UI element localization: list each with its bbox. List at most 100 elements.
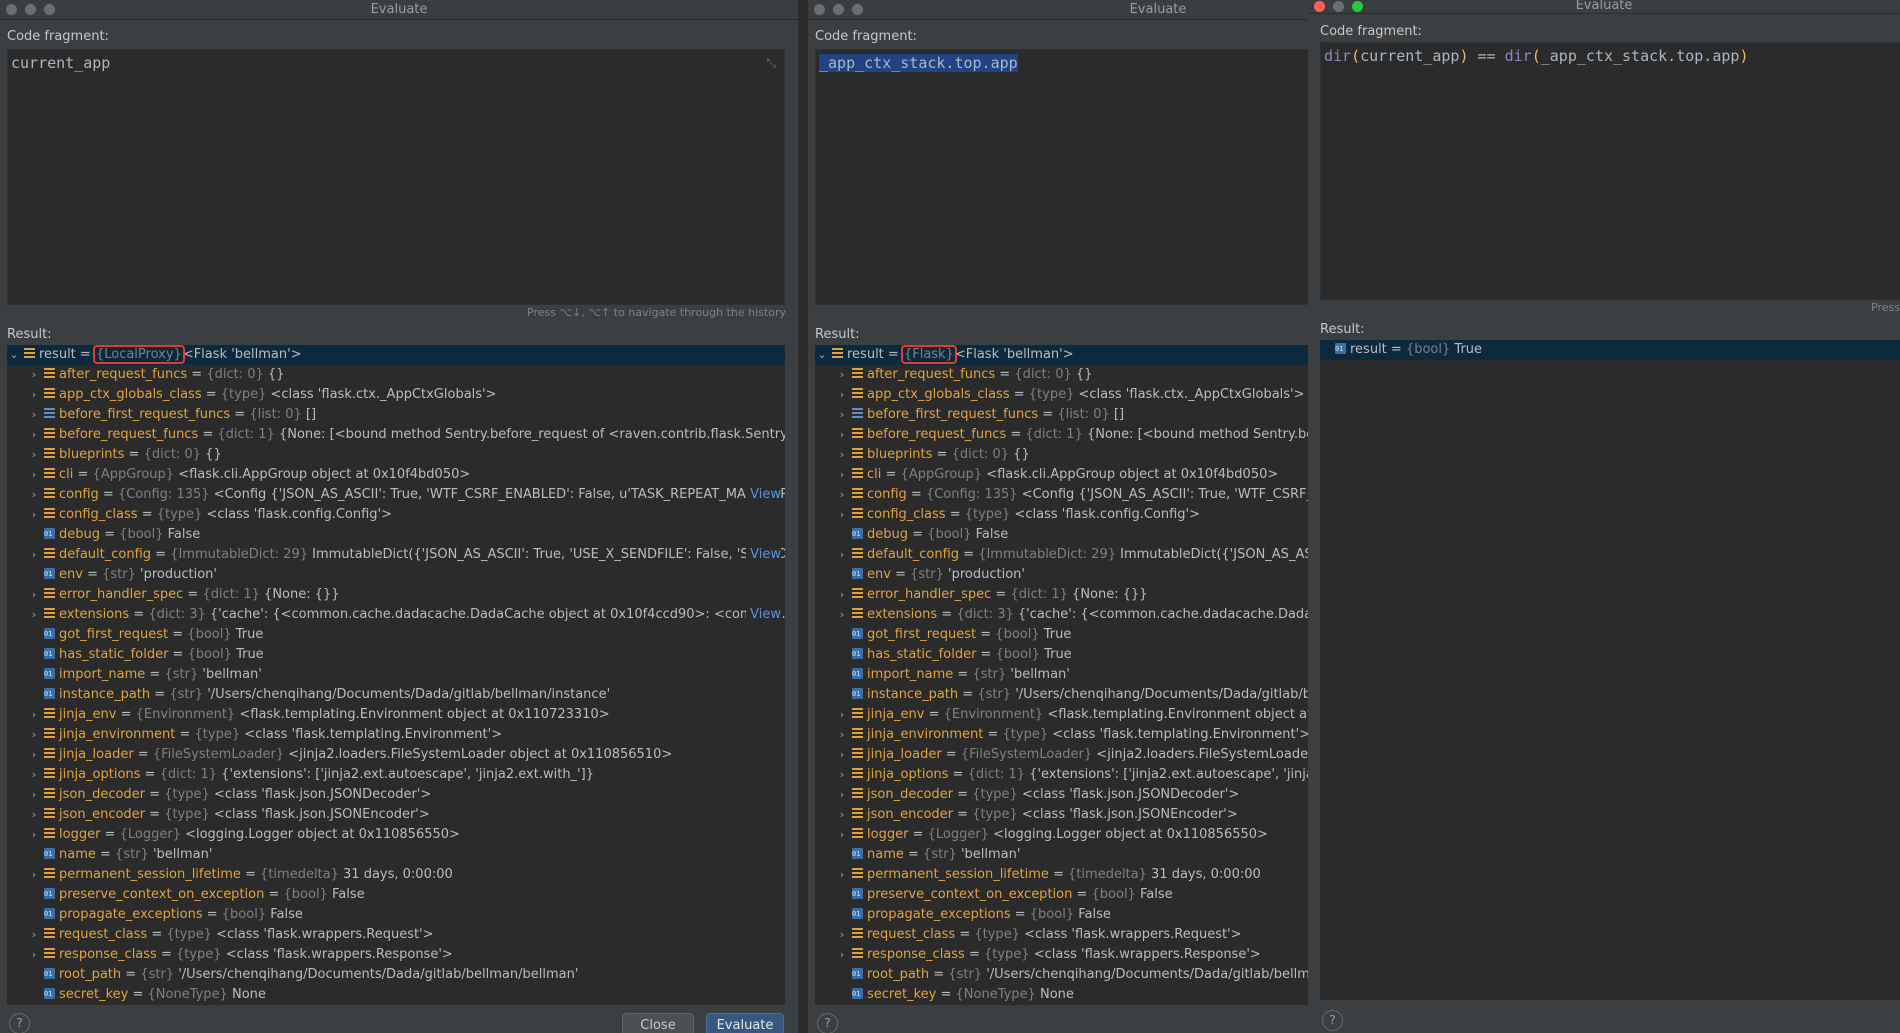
tree-row[interactable]: › default_config = {ImmutableDict: 29} Im…	[815, 545, 1308, 565]
chevron-down-icon[interactable]: ⌄	[7, 345, 21, 365]
tree-row[interactable]: › json_encoder = {type} <class 'flask.jso…	[815, 805, 1308, 825]
chevron-right-icon[interactable]: ›	[835, 705, 849, 725]
chevron-right-icon[interactable]: ›	[835, 405, 849, 425]
chevron-right-icon[interactable]: ›	[835, 385, 849, 405]
title-bar[interactable]: Evaluate	[1308, 0, 1900, 14]
help-button[interactable]: ?	[1322, 1010, 1343, 1031]
chevron-right-icon[interactable]: ›	[835, 945, 849, 965]
tree-row[interactable]: got_first_request = {bool} True	[815, 624, 1308, 645]
tree-row[interactable]: has_static_folder = {bool} True	[815, 644, 1308, 665]
tree-row[interactable]: name = {str} 'bellman'	[815, 844, 1308, 865]
tree-row[interactable]: root_path = {str} '/Users/chenqihang/Doc…	[7, 964, 785, 985]
tree-row[interactable]: › permanent_session_lifetime = {timedelta…	[7, 865, 785, 885]
help-button[interactable]: ?	[9, 1013, 30, 1033]
tree-row[interactable]: › jinja_options = {dict: 1} {'extensions'…	[815, 765, 1308, 785]
tree-row[interactable]: › jinja_env = {Environment} <flask.templa…	[815, 705, 1308, 725]
view-link[interactable]: View	[746, 605, 781, 625]
title-bar[interactable]: Evaluate	[808, 0, 1308, 20]
chevron-right-icon[interactable]: ›	[27, 865, 41, 885]
tree-row[interactable]: › cli = {AppGroup} <flask.cli.AppGroup ob…	[815, 465, 1308, 485]
chevron-right-icon[interactable]: ›	[27, 925, 41, 945]
tree-row[interactable]: › cli = {AppGroup} <flask.cli.AppGroup ob…	[7, 465, 785, 485]
chevron-down-icon[interactable]: ⌄	[815, 345, 829, 365]
code-text[interactable]: _app_ctx_stack.top.app	[819, 54, 1018, 72]
chevron-right-icon[interactable]: ›	[835, 725, 849, 745]
chevron-right-icon[interactable]: ›	[27, 505, 41, 525]
view-link[interactable]: View	[746, 485, 781, 505]
tree-row[interactable]: › json_encoder = {type} <class 'flask.jso…	[7, 805, 785, 825]
minimize-dot-icon[interactable]	[833, 4, 844, 15]
chevron-right-icon[interactable]: ›	[835, 865, 849, 885]
tree-row[interactable]: › before_first_request_funcs = {list: 0} …	[815, 405, 1308, 425]
chevron-right-icon[interactable]: ›	[835, 505, 849, 525]
chevron-right-icon[interactable]: ›	[27, 425, 41, 445]
chevron-right-icon[interactable]: ›	[27, 945, 41, 965]
tree-row[interactable]: › extensions = {dict: 3} {'cache': {<comm…	[7, 605, 785, 625]
code-editor[interactable]: current_app ⤡	[7, 49, 785, 305]
chevron-right-icon[interactable]: ›	[27, 745, 41, 765]
tree-row[interactable]: secret_key = {NoneType} None	[7, 984, 785, 1005]
tree-row[interactable]: import_name = {str} 'bellman'	[815, 664, 1308, 685]
tree-row[interactable]: › jinja_environment = {type} <class 'flas…	[815, 725, 1308, 745]
chevron-right-icon[interactable]: ›	[835, 585, 849, 605]
chevron-right-icon[interactable]: ›	[27, 725, 41, 745]
tree-row[interactable]: › config_class = {type} <class 'flask.con…	[7, 505, 785, 525]
tree-row[interactable]: instance_path = {str} '/Users/chenqihang…	[7, 684, 785, 705]
chevron-right-icon[interactable]: ›	[835, 445, 849, 465]
chevron-right-icon[interactable]: ›	[27, 585, 41, 605]
tree-row[interactable]: propagate_exceptions = {bool} False	[7, 904, 785, 925]
chevron-right-icon[interactable]: ›	[27, 605, 41, 625]
chevron-right-icon[interactable]: ›	[835, 545, 849, 565]
tree-row[interactable]: debug = {bool} False	[7, 524, 785, 545]
chevron-right-icon[interactable]: ›	[27, 445, 41, 465]
title-bar[interactable]: Evaluate	[0, 0, 798, 20]
chevron-right-icon[interactable]: ›	[27, 765, 41, 785]
chevron-right-icon[interactable]: ›	[835, 425, 849, 445]
tree-row[interactable]: › app_ctx_globals_class = {type} <class '…	[7, 385, 785, 405]
chevron-right-icon[interactable]: ›	[835, 365, 849, 385]
tree-row[interactable]: › after_request_funcs = {dict: 0} {}	[815, 365, 1308, 385]
tree-row[interactable]: root_path = {str} '/Users/chenqihang/Doc…	[815, 964, 1308, 985]
tree-row[interactable]: › before_request_funcs = {dict: 1} {None:…	[7, 425, 785, 445]
tree-row[interactable]: › response_class = {type} <class 'flask.w…	[815, 945, 1308, 965]
code-text[interactable]: current_app	[8, 50, 784, 76]
tree-row[interactable]: debug = {bool} False	[815, 524, 1308, 545]
code-text[interactable]: dir(current_app) == dir(_app_ctx_stack.t…	[1321, 43, 1900, 69]
chevron-right-icon[interactable]: ›	[27, 465, 41, 485]
tree-row[interactable]: › jinja_environment = {type} <class 'flas…	[7, 725, 785, 745]
chevron-right-icon[interactable]: ›	[27, 805, 41, 825]
chevron-right-icon[interactable]: ›	[27, 705, 41, 725]
tree-row[interactable]: › error_handler_spec = {dict: 1} {None: {…	[7, 585, 785, 605]
tree-row[interactable]: › request_class = {type} <class 'flask.wr…	[7, 925, 785, 945]
close-button[interactable]: Close	[622, 1013, 694, 1033]
result-tree[interactable]: result = {bool} True	[1320, 340, 1900, 1000]
tree-row[interactable]: › permanent_session_lifetime = {timedelta…	[815, 865, 1308, 885]
chevron-right-icon[interactable]: ›	[835, 785, 849, 805]
tree-row[interactable]: › blueprints = {dict: 0} {}	[815, 445, 1308, 465]
chevron-right-icon[interactable]: ›	[835, 745, 849, 765]
tree-row[interactable]: › json_decoder = {type} <class 'flask.jso…	[815, 785, 1308, 805]
tree-row[interactable]: secret_key = {NoneType} None	[815, 984, 1308, 1005]
tree-row[interactable]: › config = {Config: 135} <Config {'JSON_A…	[815, 485, 1308, 505]
view-link[interactable]: View	[746, 545, 781, 565]
tree-row[interactable]: env = {str} 'production'	[815, 564, 1308, 585]
result-root-row[interactable]: ⌄ result = {Flask}<Flask 'bellman'>	[815, 345, 1308, 365]
chevron-right-icon[interactable]: ›	[27, 365, 41, 385]
tree-row[interactable]: › before_first_request_funcs = {list: 0} …	[7, 405, 785, 425]
chevron-right-icon[interactable]: ›	[835, 805, 849, 825]
chevron-right-icon[interactable]: ›	[835, 465, 849, 485]
chevron-right-icon[interactable]: ›	[835, 825, 849, 845]
tree-row[interactable]: › extensions = {dict: 3} {'cache': {<comm…	[815, 605, 1308, 625]
tree-row[interactable]: env = {str} 'production'	[7, 564, 785, 585]
code-editor[interactable]: _app_ctx_stack.top.app	[815, 49, 1308, 305]
tree-row[interactable]: › logger = {Logger} <logging.Logger objec…	[815, 825, 1308, 845]
tree-row[interactable]: instance_path = {str} '/Users/chenqihang…	[815, 684, 1308, 705]
tree-row[interactable]: › jinja_loader = {FileSystemLoader} <jinj…	[7, 745, 785, 765]
tree-row[interactable]: › blueprints = {dict: 0} {}	[7, 445, 785, 465]
chevron-right-icon[interactable]: ›	[835, 605, 849, 625]
tree-row[interactable]: › logger = {Logger} <logging.Logger objec…	[7, 825, 785, 845]
chevron-right-icon[interactable]: ›	[835, 925, 849, 945]
close-dot-icon[interactable]	[814, 4, 825, 15]
zoom-dot-icon[interactable]	[852, 4, 863, 15]
result-tree[interactable]: ⌄ result = {LocalProxy}<Flask 'bellman'> …	[7, 345, 785, 1005]
